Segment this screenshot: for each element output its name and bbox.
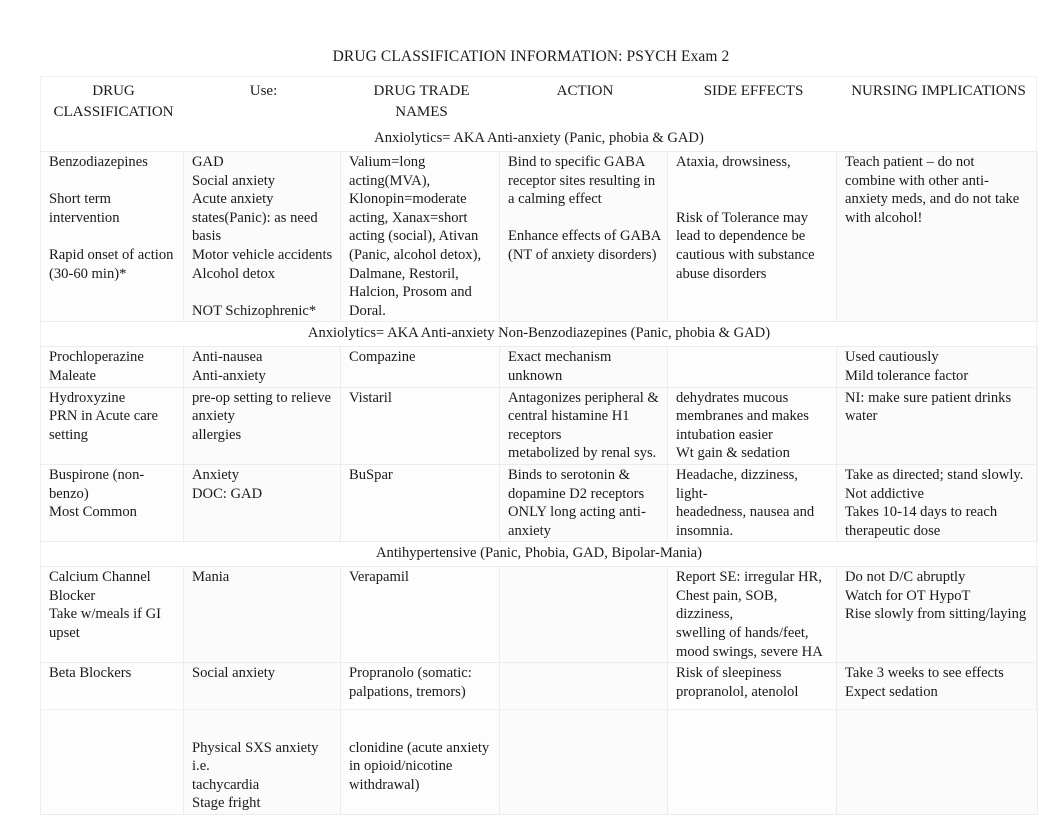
cell-side_effects xyxy=(667,346,837,388)
table-row: Prochloperazine Maleate Anti-nausea Anti-… xyxy=(40,346,1038,388)
cell-side_effects: Headache, dizziness, light- headedness, … xyxy=(667,463,837,543)
cell-side_effects: Report SE: irregular HR, Chest pain, SOB… xyxy=(667,566,837,664)
cell-side_effects: Ataxia, drowsiness, Risk of Tolerance ma… xyxy=(667,150,837,323)
column-header-0: DRUG CLASSIFICATION xyxy=(53,83,174,120)
table-header-row: DRUG CLASSIFICATION Use: DRUG TRADE NAMES A… xyxy=(41,76,1038,127)
section-banner-row: Anxiolytics= AKA Anti-anxiety Non-Benzod… xyxy=(40,321,1038,347)
section-banner-label: Antihypertensive (Panic, Phobia, GAD, Bi… xyxy=(40,541,1038,567)
cell-trade_names: Compazine xyxy=(340,346,500,388)
column-header-4: SIDE EFFECTS xyxy=(703,83,804,99)
table-row: Buspirone (non- benzo) Most Common Anxiet… xyxy=(40,463,1038,543)
cell-classification: Calcium Channel Blocker Take w/meals if … xyxy=(40,566,184,664)
cell-nursing: Take 3 weeks to see effects Expect sedat… xyxy=(836,662,1038,815)
cell-trade_names: Verapamil xyxy=(340,566,500,664)
cell-trade_names: Vistaril xyxy=(340,386,500,465)
section-banner-label: Anxiolytics= AKA Anti-anxiety Non-Benzod… xyxy=(40,321,1038,347)
cell-use: pre-op setting to relieve anxiety allerg… xyxy=(183,386,341,465)
cell-nursing: Do not D/C abruptly Watch for OT HypoT R… xyxy=(836,566,1038,664)
cell-classification: Beta Blockers xyxy=(40,662,184,815)
column-header-2: DRUG TRADE NAMES xyxy=(373,83,470,120)
cell-nursing: Teach patient – do not combine with othe… xyxy=(836,150,1038,323)
document-page: DRUG CLASSIFICATION INFORMATION: PSYCH E… xyxy=(0,0,1062,822)
section-banner-label: Anxiolytics= AKA Anti-anxiety (Panic, ph… xyxy=(40,127,1038,152)
cell-use: Mania xyxy=(183,566,341,664)
table-row: Beta Blockers Social anxiety Physical SXS… xyxy=(40,662,1038,815)
cell-side_effects: Risk of sleepiness propranolol, atenolol xyxy=(667,662,837,815)
column-header-5: NURSING IMPLICATIONS xyxy=(851,83,1026,99)
cell-trade_names: BuSpar xyxy=(340,463,500,543)
cell-action: Exact mechanism unknown xyxy=(499,346,668,388)
cell-use: Anti-nausea Anti-anxiety xyxy=(183,346,341,388)
cell-side_effects: dehydrates mucous membranes and makes in… xyxy=(667,386,837,465)
cell-classification: Benzodiazepines Short term intervention … xyxy=(40,150,184,323)
section-banner-row: Antihypertensive (Panic, Phobia, GAD, Bi… xyxy=(40,541,1038,567)
cell-use: GAD Social anxiety Acute anxiety states(… xyxy=(183,150,341,323)
cell-classification: Buspirone (non- benzo) Most Common xyxy=(40,463,184,543)
section-banner-row: Anxiolytics= AKA Anti-anxiety (Panic, ph… xyxy=(40,127,1038,152)
cell-trade_names: Propranolo (somatic: palpations, tremors… xyxy=(340,662,500,815)
cell-nursing: Take as directed; stand slowly. Not addi… xyxy=(836,463,1038,543)
cell-action xyxy=(499,662,668,815)
table-row: Benzodiazepines Short term intervention … xyxy=(40,150,1038,323)
cell-action xyxy=(499,566,668,664)
cell-classification: Hydroxyzine PRN in Acute care setting xyxy=(40,386,184,465)
cell-nursing: NI: make sure patient drinks water xyxy=(836,386,1038,465)
drug-classification-table-wrap: DRUG CLASSIFICATION Use: DRUG TRADE NAMES A… xyxy=(40,76,1038,815)
cell-nursing: Used cautiously Mild tolerance factor xyxy=(836,346,1038,388)
cell-action: Antagonizes peripheral & central histami… xyxy=(499,386,668,465)
cell-trade_names: Valium=long acting(MVA), Klonopin=modera… xyxy=(340,150,500,323)
cell-use: Social anxiety Physical SXS anxiety i.e.… xyxy=(183,662,341,815)
cell-action: Bind to specific GABA receptor sites res… xyxy=(499,150,668,323)
cell-classification: Prochloperazine Maleate xyxy=(40,346,184,388)
cell-use: Anxiety DOC: GAD xyxy=(183,463,341,543)
page-title: DRUG CLASSIFICATION INFORMATION: PSYCH E… xyxy=(332,48,730,65)
table-row: Hydroxyzine PRN in Acute care setting pre… xyxy=(40,386,1038,465)
column-header-1: Use: xyxy=(249,83,278,99)
column-header-3: ACTION xyxy=(556,83,614,99)
table-row: Calcium Channel Blocker Take w/meals if … xyxy=(40,566,1038,664)
drug-classification-table: DRUG CLASSIFICATION Use: DRUG TRADE NAMES A… xyxy=(40,76,1038,815)
cell-action: Binds to serotonin & dopamine D2 recepto… xyxy=(499,463,668,543)
